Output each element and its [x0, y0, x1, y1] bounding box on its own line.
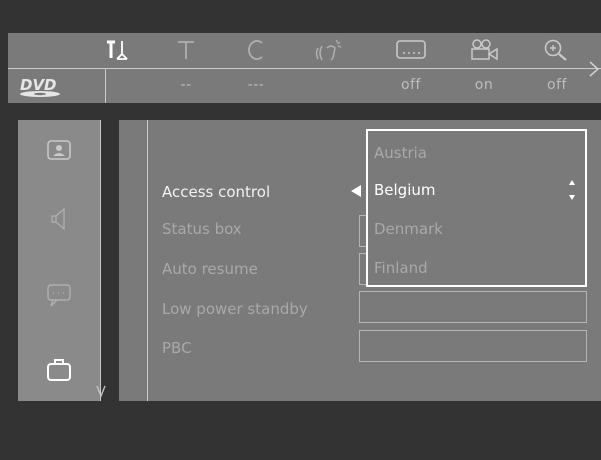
chapter-icon[interactable] — [241, 37, 271, 63]
features-icon[interactable] — [18, 356, 100, 384]
chapter-value: --- — [247, 77, 265, 93]
zoom-icon[interactable] — [541, 37, 573, 63]
side-menu-divider — [100, 120, 101, 401]
subtitle-value: off — [401, 77, 421, 93]
subtitle-icon[interactable] — [393, 37, 429, 63]
audio-icon[interactable] — [311, 37, 347, 63]
language-icon[interactable] — [18, 282, 100, 310]
title-icon[interactable] — [171, 37, 201, 63]
pbc-value-field[interactable] — [359, 330, 587, 362]
setting-low-power-standby[interactable]: Low power standby — [162, 297, 308, 321]
menu-bar-divider — [8, 68, 601, 69]
country-option-austria[interactable]: Austria — [374, 141, 427, 165]
setup-tools-icon[interactable] — [102, 37, 136, 63]
side-menu-arrow-down-icon — [96, 385, 106, 398]
country-option-finland[interactable]: Finland — [374, 256, 428, 280]
country-option-belgium[interactable]: Belgium — [374, 178, 436, 202]
low-power-standby-value-field[interactable] — [359, 291, 587, 323]
country-option-denmark[interactable]: Denmark — [374, 217, 443, 241]
picture-icon[interactable] — [18, 138, 100, 162]
zoom-value: off — [547, 77, 567, 93]
menu-bar: DVD -- --- off on off — [8, 33, 601, 103]
sound-icon[interactable] — [18, 206, 100, 232]
setting-status-box[interactable]: Status box — [162, 217, 242, 241]
title-value: -- — [180, 77, 192, 93]
setting-auto-resume[interactable]: Auto resume — [162, 257, 258, 281]
setting-access-control[interactable]: Access control — [162, 180, 270, 204]
setting-pbc[interactable]: PBC — [162, 336, 192, 360]
country-dropdown[interactable]: Austria Belgium Denmark Finland — [366, 129, 587, 287]
menu-arrow-right-icon — [589, 61, 600, 77]
angle-value: on — [474, 77, 494, 93]
dvd-logo: DVD — [20, 76, 60, 97]
selection-pointer-icon — [351, 185, 361, 197]
angle-camera-icon[interactable] — [467, 37, 501, 63]
panel-spacer — [119, 120, 135, 401]
side-menu — [18, 120, 100, 401]
settings-panel-divider — [147, 120, 148, 401]
scroll-up-down-icon[interactable] — [568, 177, 576, 203]
